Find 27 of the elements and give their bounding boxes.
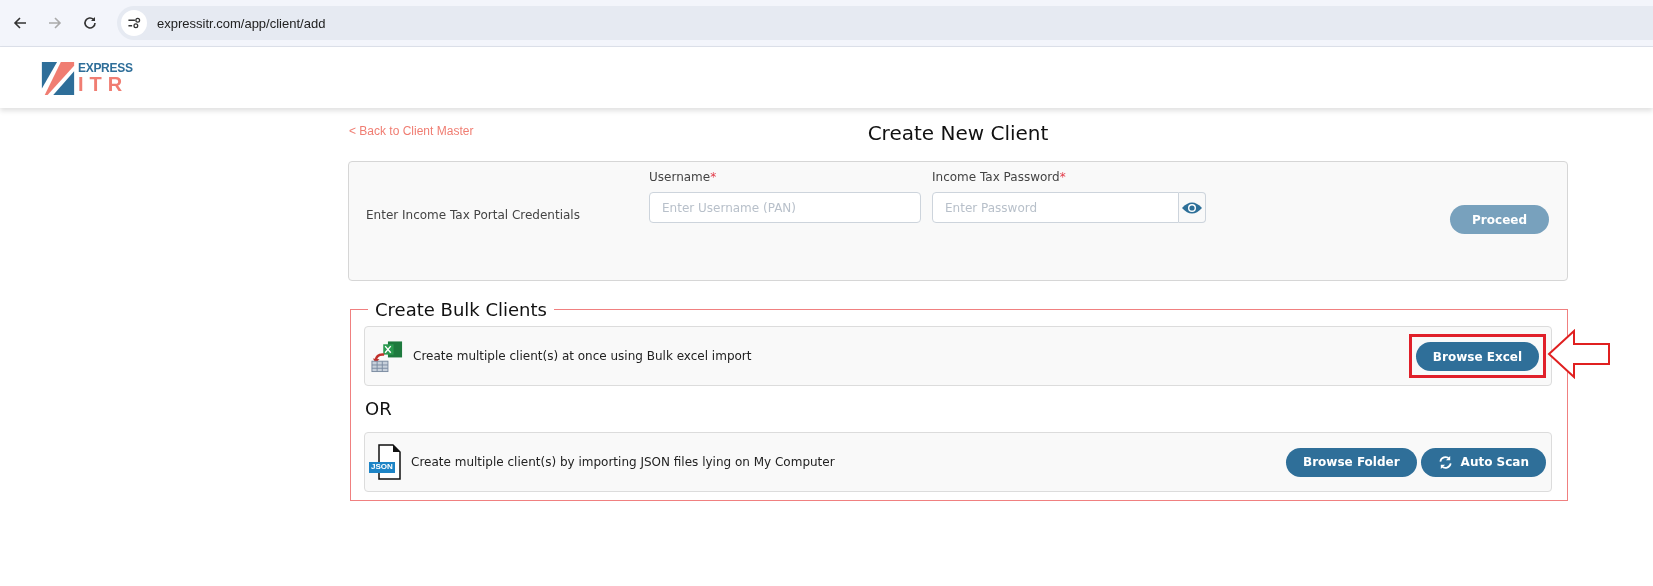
page-title: Create New Client (867, 121, 1049, 145)
input-field[interactable]: Enter Password (932, 192, 1179, 223)
browse-button[interactable]: Browse Excel (1415, 342, 1539, 371)
logo-icon (41, 59, 75, 96)
show-password-button[interactable] (1179, 192, 1206, 223)
back-link[interactable]: < Back to Client Master (349, 124, 474, 138)
action-button[interactable]: Auto Scan (1420, 447, 1546, 477)
option-description: Create multiple client(s) by importing JSON files lying on My Computer (411, 455, 835, 469)
logo-text: ITR (78, 73, 130, 94)
back-icon[interactable] (12, 15, 28, 31)
refresh-icon (1437, 454, 1453, 470)
credentials-label: Enter Income Tax Portal Credentials (366, 208, 581, 222)
site-settings-icon[interactable] (121, 10, 147, 36)
or-text: OR (365, 398, 393, 419)
input-field[interactable]: Enter Username (PAN) (649, 192, 921, 223)
eye-icon (1182, 200, 1202, 215)
option-description: Create multiple client(s) at once using Bulk excel import (413, 349, 752, 363)
json-badge: JSON (369, 462, 395, 473)
action-button[interactable]: Browse Folder (1286, 447, 1417, 477)
url-text: expressitr.com/app/client/add (157, 15, 326, 31)
reload-icon[interactable] (82, 15, 98, 31)
section-title: Create Bulk Clients (374, 299, 548, 320)
field-label: Username* (649, 170, 718, 184)
field-label: Income Tax Password* (932, 170, 1067, 184)
logo-text: EXPRESS (78, 61, 133, 74)
address-bar[interactable]: expressitr.com/app/client/add (117, 6, 1653, 40)
spreadsheet-import-icon (371, 339, 403, 373)
